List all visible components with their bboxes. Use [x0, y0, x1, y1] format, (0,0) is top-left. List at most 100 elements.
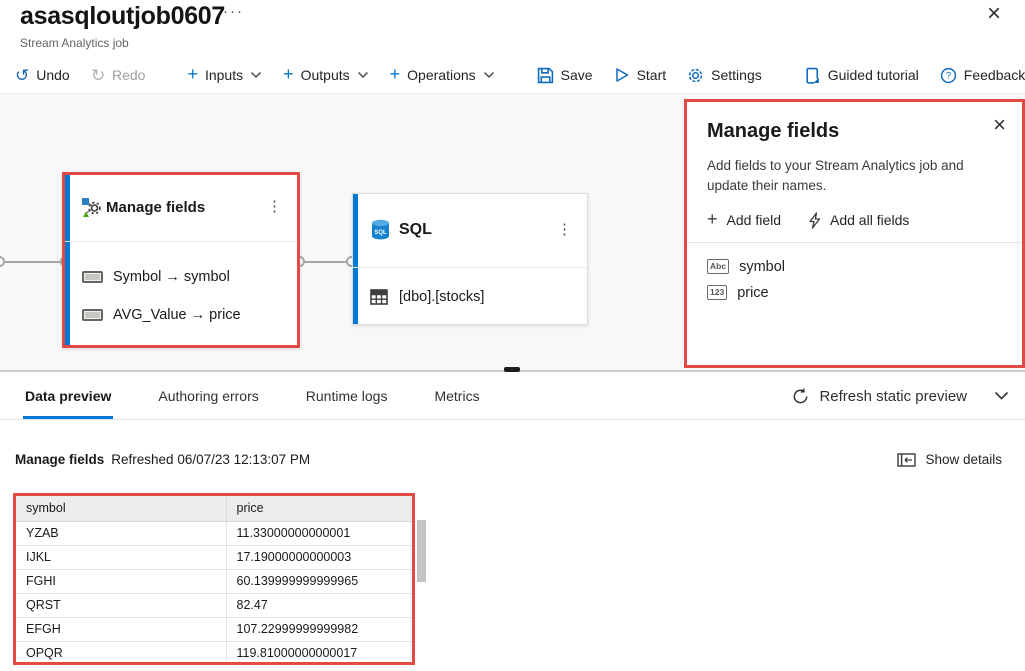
tab-runtime-logs[interactable]: Runtime logs — [306, 372, 388, 419]
table-header-row: symbol price — [16, 496, 412, 521]
diagram-canvas[interactable]: Manage fields ⋮ Symbol → symbol AVG_Valu… — [0, 94, 1025, 371]
toolbar: ↺ Undo ↺ Redo + Inputs + Outputs + Opera… — [0, 57, 1025, 94]
field-list: Abc symbol 123 price — [707, 254, 1002, 306]
collapse-chevron-icon[interactable] — [994, 391, 1009, 401]
cell-price: 82.47 — [226, 593, 412, 617]
undo-icon: ↺ — [15, 67, 29, 84]
table-scrollbar-thumb[interactable] — [417, 520, 426, 582]
field-mapping-label: Symbol → symbol — [113, 269, 230, 285]
cell-symbol: IJKL — [16, 545, 226, 569]
save-icon — [537, 67, 554, 84]
show-details-icon — [897, 453, 916, 467]
tutorial-icon — [804, 67, 821, 84]
field-row-symbol[interactable]: Abc symbol — [707, 254, 1002, 280]
plus-icon: + — [390, 65, 401, 83]
cell-symbol: QRST — [16, 593, 226, 617]
manage-fields-node[interactable]: Manage fields ⋮ Symbol → symbol AVG_Valu… — [62, 172, 300, 348]
add-field-button[interactable]: + Add field — [707, 212, 781, 228]
plus-icon: + — [187, 65, 198, 83]
status-node-name: Manage fields — [15, 452, 104, 467]
field-mapping-row[interactable]: Symbol → symbol — [82, 264, 230, 290]
kebab-menu-icon[interactable]: ⋮ — [557, 220, 572, 238]
redo-label: Redo — [112, 67, 145, 83]
table-row: IJKL 17.19000000000003 — [16, 545, 412, 569]
close-icon[interactable]: × — [987, 2, 1001, 26]
guided-tutorial-button[interactable]: Guided tutorial — [804, 67, 919, 84]
close-icon[interactable]: × — [993, 114, 1006, 136]
show-details-button[interactable]: Show details — [897, 452, 1002, 467]
number-type-icon: 123 — [707, 285, 727, 300]
chevron-down-icon — [357, 71, 369, 79]
cell-price: 11.33000000000001 — [226, 521, 412, 545]
outputs-label: Outputs — [301, 67, 350, 83]
feedback-label: Feedback — [964, 67, 1025, 83]
undo-button[interactable]: ↺ Undo — [15, 67, 70, 84]
refresh-label: Refresh static preview — [819, 388, 967, 405]
redo-icon: ↺ — [91, 67, 105, 84]
sql-table-row[interactable]: [dbo].[stocks] — [370, 284, 484, 310]
string-type-icon: Abc — [707, 259, 729, 274]
page-subtitle: Stream Analytics job — [20, 36, 129, 50]
start-label: Start — [637, 67, 667, 83]
sql-output-node[interactable]: SQL SQL ⋮ [dbo].[stocks] — [352, 193, 588, 325]
save-label: Save — [561, 67, 593, 83]
more-actions-icon[interactable]: ··· — [223, 3, 244, 20]
tab-authoring-errors[interactable]: Authoring errors — [158, 372, 258, 419]
node-header: Manage fields ⋮ — [65, 175, 297, 242]
field-name: price — [737, 285, 768, 301]
outputs-dropdown[interactable]: + Outputs — [283, 67, 369, 83]
cell-price: 107.22999999999982 — [226, 617, 412, 641]
table-row: QRST 82.47 — [16, 593, 412, 617]
add-all-fields-button[interactable]: Add all fields — [808, 212, 909, 229]
status-refreshed-text: Refreshed 06/07/23 12:13:07 PM — [111, 452, 310, 467]
gear-icon — [687, 67, 704, 84]
bottom-panel: Data preview Authoring errors Runtime lo… — [0, 372, 1025, 671]
redo-button[interactable]: ↺ Redo — [91, 67, 146, 84]
panel-divider — [687, 242, 1022, 243]
preview-status: Manage fields Refreshed 06/07/23 12:13:0… — [15, 452, 310, 467]
field-mapping-label: AVG_Value → price — [113, 307, 241, 323]
node-header: SQL SQL ⋮ — [353, 194, 587, 268]
field-name: symbol — [739, 259, 785, 275]
connector-line — [0, 261, 62, 263]
feedback-button[interactable]: ? Feedback — [940, 67, 1025, 84]
show-details-label: Show details — [925, 452, 1002, 467]
settings-button[interactable]: Settings — [687, 67, 762, 84]
help-icon: ? — [940, 67, 957, 84]
cell-price: 17.19000000000003 — [226, 545, 412, 569]
svg-text:?: ? — [946, 70, 951, 81]
sql-table-label: [dbo].[stocks] — [399, 289, 484, 305]
panel-description: Add fields to your Stream Analytics job … — [707, 156, 1002, 197]
save-button[interactable]: Save — [537, 67, 593, 84]
cell-price: 60.139999999999965 — [226, 569, 412, 593]
tab-metrics[interactable]: Metrics — [434, 372, 479, 419]
refresh-static-preview-button[interactable]: Refresh static preview — [792, 372, 1009, 420]
field-mapping-row[interactable]: AVG_Value → price — [82, 302, 241, 328]
table-row: YZAB 11.33000000000001 — [16, 521, 412, 545]
field-row-price[interactable]: 123 price — [707, 280, 1002, 306]
column-header-symbol: symbol — [16, 496, 226, 521]
node-title: SQL — [399, 221, 432, 239]
operations-dropdown[interactable]: + Operations — [390, 67, 495, 83]
kebab-menu-icon[interactable]: ⋮ — [267, 197, 282, 215]
node-title: Manage fields — [106, 199, 205, 216]
lightning-icon — [808, 212, 821, 229]
start-icon — [614, 67, 630, 83]
inputs-dropdown[interactable]: + Inputs — [187, 67, 262, 83]
cell-symbol: OPQR — [16, 641, 226, 665]
guided-tutorial-label: Guided tutorial — [828, 67, 919, 83]
add-all-fields-label: Add all fields — [830, 212, 909, 228]
settings-label: Settings — [711, 67, 762, 83]
tab-data-preview[interactable]: Data preview — [25, 372, 111, 419]
plus-icon: + — [707, 210, 718, 228]
chevron-down-icon — [250, 71, 262, 79]
input-port[interactable] — [0, 256, 5, 267]
start-button[interactable]: Start — [614, 67, 667, 83]
manage-fields-icon — [81, 197, 103, 219]
undo-label: Undo — [36, 67, 69, 83]
column-header-price: price — [226, 496, 412, 521]
cell-symbol: YZAB — [16, 521, 226, 545]
refresh-icon — [792, 388, 809, 405]
page-header: asasqloutjob0607 ··· × Stream Analytics … — [0, 0, 1025, 57]
svg-text:SQL: SQL — [374, 230, 387, 236]
